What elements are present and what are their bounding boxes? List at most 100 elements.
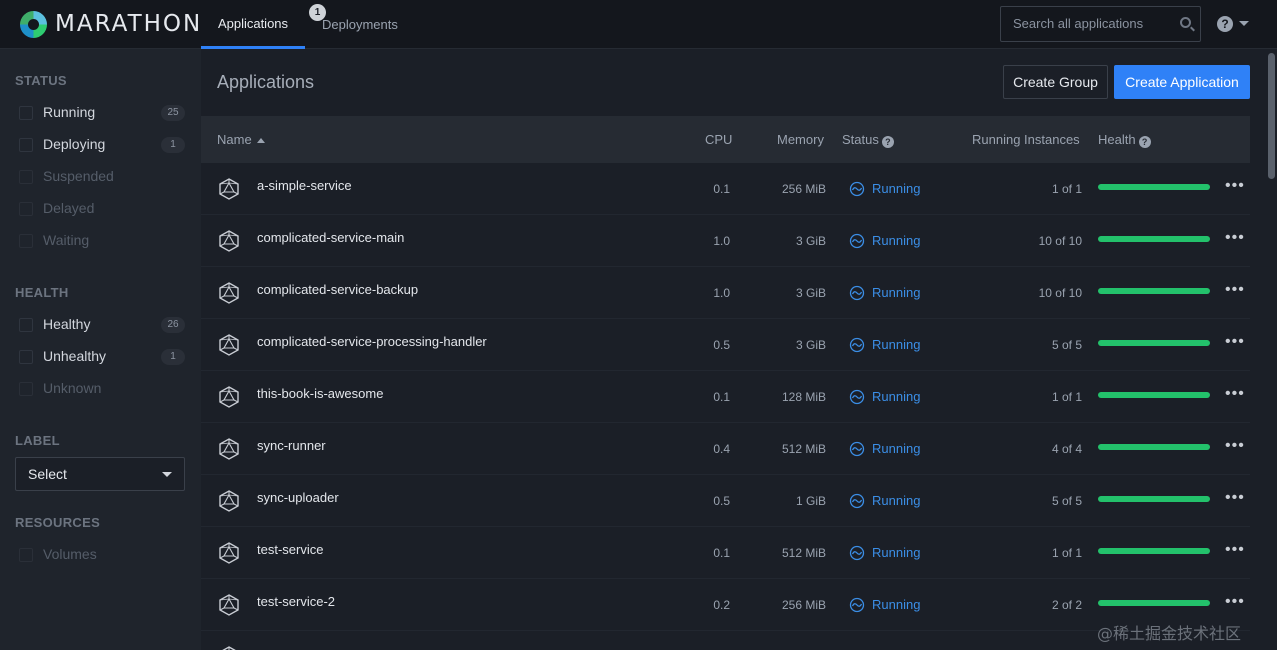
app-running-instances: 5 of 5 (1051, 338, 1082, 352)
tab-applications[interactable]: Applications (201, 0, 305, 49)
checkbox[interactable] (19, 202, 33, 216)
filter-unknown[interactable]: Unknown (15, 379, 185, 399)
checkbox[interactable] (19, 350, 33, 364)
create-application-button[interactable]: Create Application (1114, 65, 1250, 99)
table-row[interactable]: this-book-is-awesome 0.1 128 MiB Running 1 o… (201, 371, 1250, 423)
table-row[interactable] (201, 631, 1250, 650)
row-actions-menu-icon[interactable]: ••• (1225, 438, 1245, 454)
row-actions-menu-icon[interactable]: ••• (1225, 490, 1245, 506)
app-running-instances: 1 of 1 (1051, 182, 1082, 196)
label-select[interactable]: Select (15, 457, 185, 491)
filter-label: Suspended (43, 168, 114, 184)
app-name[interactable]: a-simple-service (257, 178, 352, 193)
app-cpu: 0.1 (713, 390, 730, 404)
search-input[interactable]: Search all applications (1000, 6, 1201, 42)
health-heading: HEALTH (15, 285, 69, 300)
search-icon[interactable] (1180, 17, 1191, 28)
checkbox[interactable] (19, 234, 33, 248)
column-instances-header[interactable]: Running Instances (972, 132, 1080, 147)
app-running-instances: 4 of 4 (1051, 442, 1082, 456)
running-status-icon (849, 597, 865, 613)
chevron-down-icon[interactable] (1239, 21, 1249, 26)
table-row[interactable]: sync-runner 0.4 512 MiB Running 4 of 4 ••• (201, 423, 1250, 475)
filter-count-badge: 25 (161, 105, 185, 121)
table-row[interactable]: test-service 0.1 512 MiB Running 1 of 1 ••• (201, 527, 1250, 579)
checkbox[interactable] (19, 318, 33, 332)
row-actions-menu-icon[interactable]: ••• (1225, 230, 1245, 246)
filter-label: Deploying (43, 136, 106, 152)
row-actions-menu-icon[interactable]: ••• (1225, 594, 1245, 610)
row-actions-menu-icon[interactable]: ••• (1225, 282, 1245, 298)
filter-running[interactable]: Running 25 (15, 103, 185, 123)
app-status: Running (872, 337, 921, 352)
row-actions-menu-icon[interactable]: ••• (1225, 386, 1245, 402)
column-name-header[interactable]: Name (217, 132, 265, 147)
resources-heading: RESOURCES (15, 515, 101, 530)
top-nav-bar: MARATHON Applications Deployments 1 Sear… (0, 0, 1277, 49)
select-value: Select (28, 466, 67, 482)
marathon-logo[interactable]: MARATHON (20, 10, 202, 38)
app-memory: 3 GiB (795, 338, 826, 352)
scrollbar-thumb[interactable] (1268, 53, 1275, 179)
app-status: Running (872, 545, 921, 560)
table-row[interactable]: test-service-2 0.2 256 MiB Running 2 of 2 ••• (201, 579, 1250, 631)
checkbox[interactable] (19, 382, 33, 396)
table-row[interactable]: sync-uploader 0.5 1 GiB Running 5 of 5 ••• (201, 475, 1250, 527)
application-icon (218, 386, 240, 408)
filter-waiting[interactable]: Waiting (15, 231, 185, 251)
page-title: Applications (217, 72, 315, 92)
app-cpu: 0.4 (713, 442, 730, 456)
app-name[interactable]: complicated-service-processing-handler (257, 334, 487, 349)
deployments-count-badge: 1 (309, 4, 326, 21)
column-memory-header[interactable]: Memory (777, 132, 824, 147)
checkbox[interactable] (19, 106, 33, 120)
app-name[interactable]: complicated-service-backup (257, 282, 418, 297)
health-bar (1098, 496, 1210, 502)
help-icon[interactable]: ? (881, 136, 894, 148)
filter-unhealthy[interactable]: Unhealthy 1 (15, 347, 185, 367)
running-status-icon (849, 441, 865, 457)
health-bar (1098, 392, 1210, 398)
tab-deployments[interactable]: Deployments (322, 0, 398, 49)
app-status: Running (872, 233, 921, 248)
filter-label: Volumes (43, 546, 97, 562)
filter-healthy[interactable]: Healthy 26 (15, 315, 185, 335)
app-name[interactable]: sync-runner (257, 438, 326, 453)
column-status-header[interactable]: Status? (842, 132, 894, 148)
app-status: Running (872, 493, 921, 508)
marathon-logo-icon (20, 10, 47, 38)
running-status-icon (849, 337, 865, 353)
help-icon[interactable]: ? (1138, 136, 1151, 148)
row-actions-menu-icon[interactable]: ••• (1225, 178, 1245, 194)
app-name[interactable]: sync-uploader (257, 490, 339, 505)
column-cpu-header[interactable]: CPU (705, 132, 732, 147)
table-row[interactable]: a-simple-service 0.1 256 MiB Running 1 of 1 •… (201, 163, 1250, 215)
filter-delayed[interactable]: Delayed (15, 199, 185, 219)
app-memory: 3 GiB (795, 286, 826, 300)
app-name[interactable]: this-book-is-awesome (257, 386, 383, 401)
table-row[interactable]: complicated-service-main 1.0 3 GiB Running 1… (201, 215, 1250, 267)
sort-ascending-icon (256, 138, 265, 143)
help-icon[interactable]: ? (1217, 16, 1233, 32)
column-health-header[interactable]: Health? (1098, 132, 1151, 148)
app-memory: 256 MiB (781, 182, 826, 196)
row-actions-menu-icon[interactable]: ••• (1225, 542, 1245, 558)
checkbox[interactable] (19, 138, 33, 152)
table-row[interactable]: complicated-service-processing-handler 0.… (201, 319, 1250, 371)
create-group-button[interactable]: Create Group (1003, 65, 1108, 99)
app-name[interactable]: test-service (257, 542, 323, 557)
scrollbar[interactable] (1266, 49, 1277, 650)
table-row[interactable]: complicated-service-backup 1.0 3 GiB Runnin… (201, 267, 1250, 319)
row-actions-menu-icon[interactable]: ••• (1225, 334, 1245, 350)
checkbox[interactable] (19, 170, 33, 184)
app-memory: 512 MiB (781, 442, 826, 456)
filter-suspended[interactable]: Suspended (15, 167, 185, 187)
filter-volumes[interactable]: Volumes (15, 545, 185, 565)
app-name[interactable]: test-service-2 (257, 594, 335, 609)
running-status-icon (849, 545, 865, 561)
filter-deploying[interactable]: Deploying 1 (15, 135, 185, 155)
filter-label: Running (43, 104, 96, 120)
app-name[interactable]: complicated-service-main (257, 230, 404, 245)
application-icon (218, 282, 240, 304)
checkbox[interactable] (19, 548, 33, 562)
